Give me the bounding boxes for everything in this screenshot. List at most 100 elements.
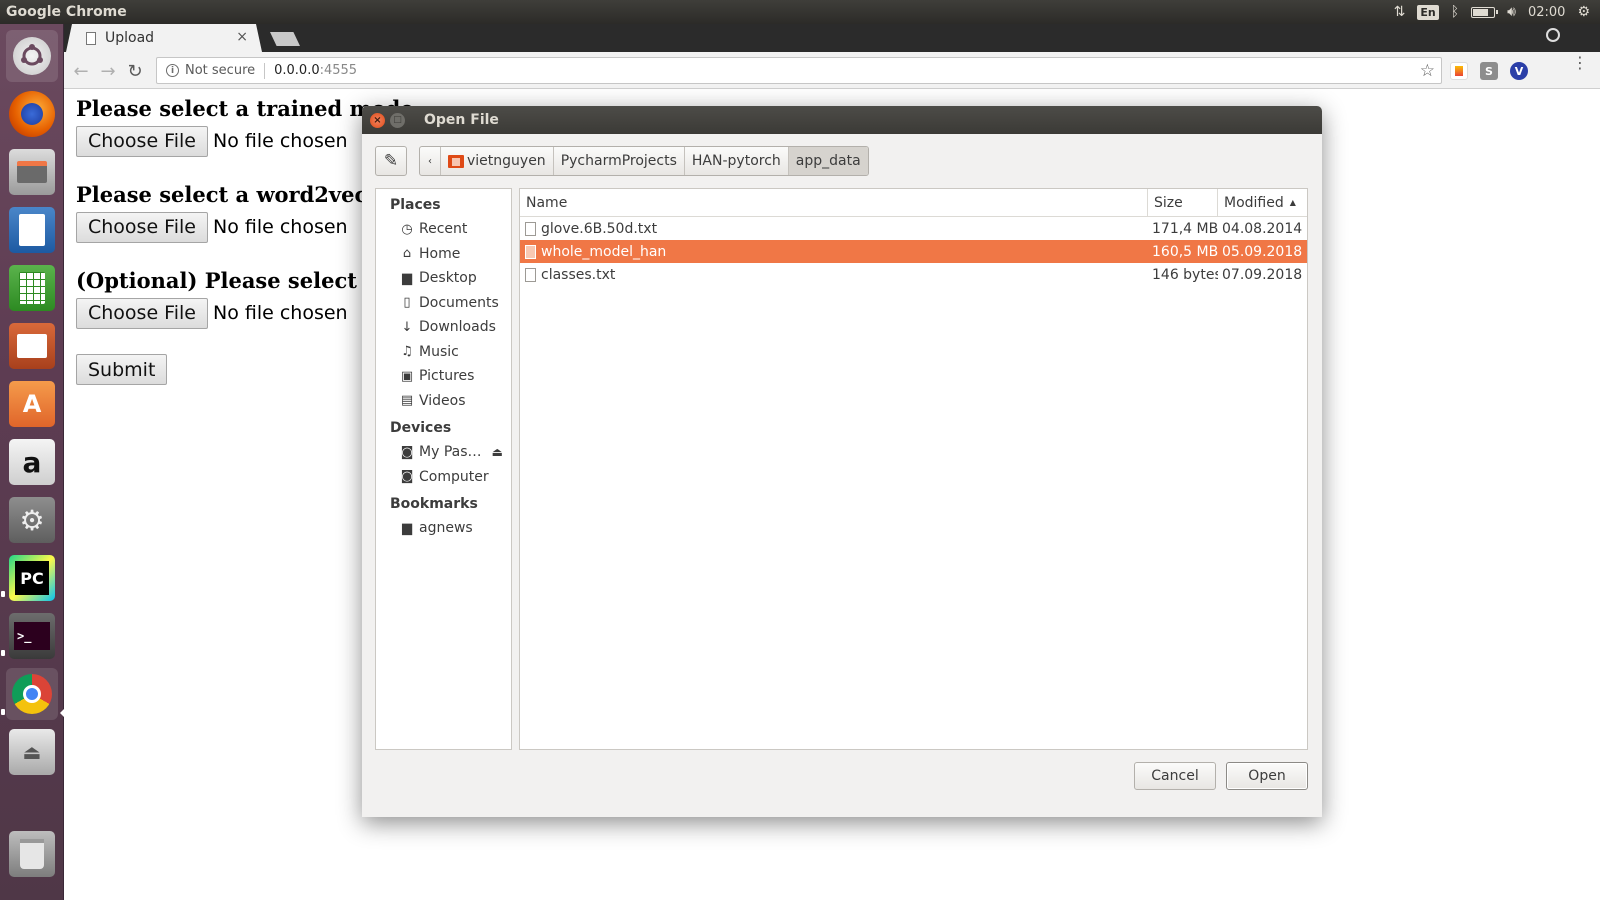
dialog-title: Open File [424, 112, 499, 128]
file-icon [525, 244, 536, 259]
sidebar-item-label: Desktop [419, 270, 477, 287]
files-icon[interactable] [6, 146, 58, 198]
choose-word2vec-file-button[interactable]: Choose File [76, 211, 208, 243]
tab-upload[interactable]: Upload × [66, 24, 262, 52]
security-label[interactable]: Not secure [185, 63, 255, 78]
libreoffice-impress-icon[interactable] [6, 320, 58, 372]
address-bar[interactable]: i Not secure 0.0.0.0 :4555 ☆ [156, 57, 1442, 84]
pycharm-icon[interactable]: PC [6, 552, 58, 604]
file-list-header: Name Size Modified ▲ [520, 189, 1307, 217]
battery-icon[interactable] [1471, 6, 1499, 18]
bookmark-star-icon[interactable]: ☆ [1420, 61, 1435, 81]
sidebar-item-label: Documents [419, 294, 499, 311]
column-modified-header[interactable]: Modified ▲ [1218, 189, 1307, 216]
chrome-running-indicator [1, 709, 5, 715]
tab-close-icon[interactable]: × [236, 29, 248, 45]
sidebar-item-desktop[interactable]: ▆ Desktop [376, 266, 511, 291]
bluetooth-icon[interactable]: ᛒ [1451, 4, 1459, 20]
file-list: Name Size Modified ▲ glove.6B.50d.txt 171… [519, 188, 1308, 750]
profile-icon[interactable] [1546, 28, 1560, 42]
sidebar-item-my-passport[interactable]: ◙ My Pas… ⏏ [376, 440, 511, 465]
type-location-pencil-icon[interactable]: ✎ [375, 146, 407, 176]
firefox-icon[interactable] [6, 88, 58, 140]
sidebar-item-label: Computer [419, 468, 489, 485]
dialog-titlebar[interactable]: × □ Open File [362, 106, 1322, 134]
camera-icon: ▣ [400, 368, 414, 384]
sidebar-item-label: Videos [419, 392, 466, 409]
extension-s-icon[interactable]: S [1480, 62, 1498, 80]
file-name: glove.6B.50d.txt [541, 220, 658, 237]
crumb-pycharmprojects[interactable]: PycharmProjects [554, 147, 685, 175]
keyboard-layout-indicator[interactable]: En [1417, 4, 1439, 20]
trash-icon[interactable] [6, 828, 58, 880]
libreoffice-calc-icon[interactable] [6, 262, 58, 314]
download-icon: ↓ [401, 319, 413, 335]
terminal-running-indicator [1, 650, 5, 656]
chrome-icon[interactable] [6, 668, 58, 720]
sidebar-item-videos[interactable]: ▤ Videos [376, 389, 511, 414]
path-bar: ✎ ‹ vietnguyen PycharmProjects HAN-pytor… [375, 146, 869, 176]
forward-arrow-icon[interactable]: → [97, 60, 119, 82]
system-settings-icon[interactable]: ⚙ [6, 494, 58, 546]
libreoffice-writer-icon[interactable] [6, 204, 58, 256]
file-row-selected[interactable]: whole_model_han 160,5 MB 05.09.2018 [520, 240, 1307, 263]
extension-colorful-icon[interactable] [1450, 62, 1468, 80]
ubuntu-software-glyph: A [9, 381, 55, 427]
amazon-icon[interactable]: a [6, 436, 58, 488]
text-file-icon [525, 267, 536, 282]
open-button[interactable]: Open [1226, 762, 1308, 790]
extension-v-icon[interactable]: V [1510, 62, 1528, 80]
word2vec-file-status: No file chosen [212, 216, 348, 238]
choose-model-file-button[interactable]: Choose File [76, 125, 208, 157]
active-app-name: Google Chrome [6, 4, 127, 20]
pycharm-running-indicator [1, 591, 5, 597]
places-sidebar: Places ◷ Recent ⌂ Home ▆ Desktop ▯ Documents… [375, 188, 512, 750]
dialog-maximize-icon[interactable]: □ [390, 112, 405, 128]
breadcrumb: ‹ vietnguyen PycharmProjects HAN-pytorch… [419, 146, 869, 176]
sidebar-item-agnews[interactable]: ▆ agnews [376, 516, 511, 541]
sidebar-item-home[interactable]: ⌂ Home [376, 242, 511, 267]
eject-icon[interactable]: ⏏ [492, 445, 503, 459]
column-name-header[interactable]: Name [520, 189, 1148, 216]
sidebar-item-label: Downloads [419, 319, 496, 336]
file-row[interactable]: classes.txt 146 bytes 07.09.2018 [520, 263, 1307, 286]
path-scroll-left-icon[interactable]: ‹ [420, 147, 441, 175]
sidebar-item-label: Music [419, 343, 459, 360]
sidebar-item-label: Pictures [419, 368, 475, 385]
ubuntu-software-icon[interactable]: A [6, 378, 58, 430]
crumb-han-pytorch[interactable]: HAN-pytorch [685, 147, 789, 175]
sidebar-item-documents[interactable]: ▯ Documents [376, 291, 511, 316]
file-name: classes.txt [541, 266, 616, 283]
volume-icon[interactable]: 🔊︎ [1507, 4, 1516, 20]
info-icon[interactable]: i [166, 64, 179, 77]
folder-icon: ▆ [402, 520, 412, 536]
terminal-icon[interactable]: >_ [6, 610, 58, 662]
chrome-focused-indicator [60, 708, 65, 718]
sidebar-item-label: Recent [419, 221, 468, 238]
network-transfer-icon[interactable]: ⇅ [1394, 4, 1406, 20]
reload-icon[interactable]: ↻ [124, 60, 146, 82]
sidebar-item-computer[interactable]: ◙ Computer [376, 465, 511, 490]
column-size-header[interactable]: Size [1148, 189, 1218, 216]
submit-button[interactable]: Submit [76, 354, 168, 385]
crumb-app-data[interactable]: app_data [788, 147, 868, 175]
omnibox-divider [264, 62, 266, 79]
file-row[interactable]: glove.6B.50d.txt 171,4 MB 04.08.2014 [520, 217, 1307, 240]
url-host: 0.0.0.0 [274, 63, 320, 78]
crumb-home[interactable]: vietnguyen [441, 147, 554, 175]
sidebar-item-music[interactable]: ♫ Music [376, 340, 511, 365]
sidebar-item-downloads[interactable]: ↓ Downloads [376, 315, 511, 340]
clock[interactable]: 02:00 [1528, 5, 1565, 20]
sidebar-item-pictures[interactable]: ▣ Pictures [376, 364, 511, 389]
back-arrow-icon[interactable]: ← [70, 60, 92, 82]
settings-gear-icon[interactable]: ⚙ [1577, 4, 1590, 20]
ubuntu-dash-icon[interactable] [6, 30, 58, 82]
sidebar-item-recent[interactable]: ◷ Recent [376, 217, 511, 242]
browser-menu-icon[interactable]: ⋮ [1572, 55, 1588, 71]
choose-optional-file-button[interactable]: Choose File [76, 297, 208, 329]
usb-drive-icon[interactable]: ⏏ [6, 726, 58, 778]
file-modified: 07.09.2018 [1222, 266, 1303, 283]
dialog-close-icon[interactable]: × [370, 112, 385, 128]
cancel-button[interactable]: Cancel [1134, 762, 1216, 790]
file-size: 146 bytes [1152, 266, 1218, 283]
